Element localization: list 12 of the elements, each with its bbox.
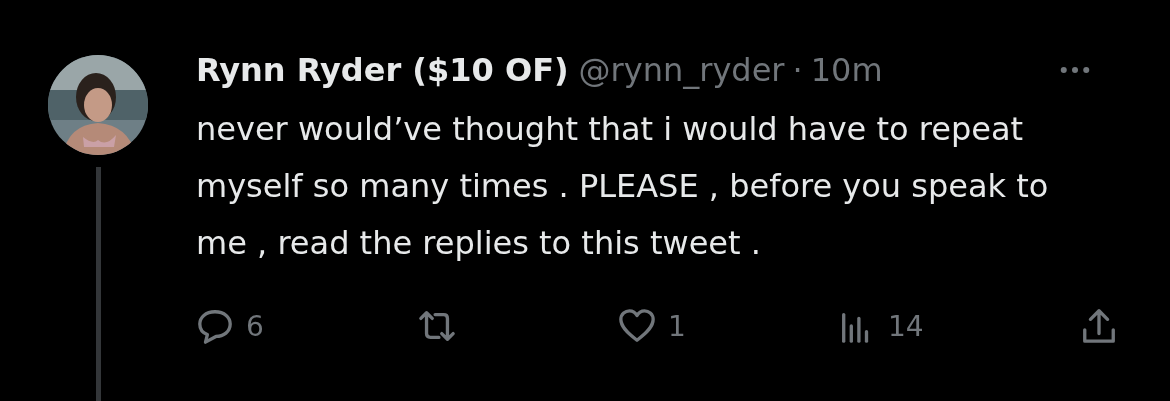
action-count: 6 <box>246 309 264 343</box>
tweet-text: never would’ve thought that i would have to repeat myself so many times . PLEASE , before you speak to me , read the replies to this tweet . <box>196 109 1050 264</box>
action-count: 14 <box>888 309 924 343</box>
author-handle[interactable]: @rynn_ryder <box>578 51 785 89</box>
post-time[interactable]: 10m <box>810 51 883 89</box>
share-icon[interactable] <box>1080 307 1118 345</box>
action-count: 1 <box>668 309 686 343</box>
author-name[interactable]: Rynn Ryder ($10 OF) <box>196 51 569 89</box>
more-icon[interactable] <box>1060 66 1090 74</box>
separator-dot: · <box>792 51 803 89</box>
speech-bubble-icon[interactable] <box>196 307 234 345</box>
heart-icon[interactable] <box>618 307 656 345</box>
